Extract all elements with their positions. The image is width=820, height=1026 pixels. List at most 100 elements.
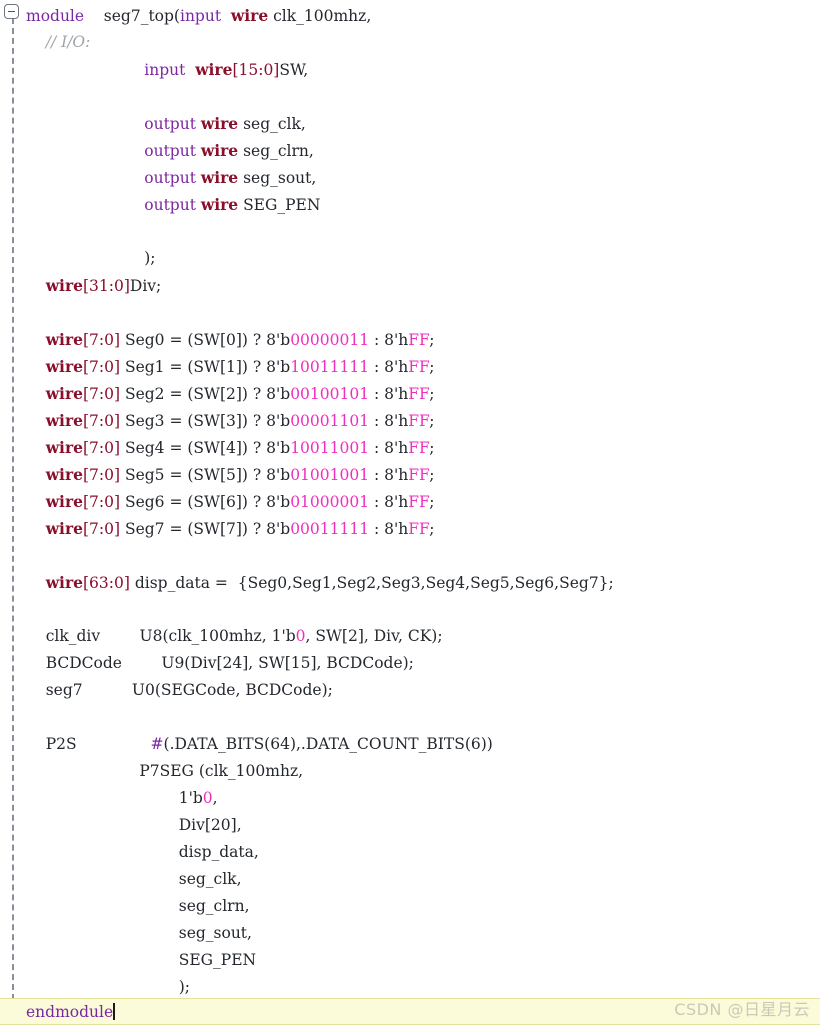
token-id: Seg0 = (SW[0]) ? 8'b (120, 331, 291, 349)
code-line[interactable]: ); (0, 245, 820, 272)
code-line[interactable]: wire[7:0] Seg7 = (SW[7]) ? 8'b00011111 :… (0, 515, 820, 542)
code-line[interactable]: wire[7:0] Seg4 = (SW[4]) ? 8'b10011001 :… (0, 434, 820, 461)
token-brk: [63:0] (82, 574, 130, 592)
code-line[interactable]: disp_data, (0, 839, 820, 866)
token-num: FF (408, 493, 430, 511)
code-line-text: clk_div U8(clk_100mhz, 1'b0, SW[2], Div,… (0, 623, 443, 650)
code-line-text: Div[20], (0, 812, 242, 839)
token-num: FF (408, 439, 430, 457)
code-line[interactable]: wire[31:0]Div; (0, 272, 820, 299)
token-id (26, 466, 46, 484)
token-id: : 8'h (369, 358, 409, 376)
token-id: SEG_PEN (238, 196, 321, 214)
token-id: ; (429, 520, 435, 538)
token-id: ; (429, 331, 435, 349)
code-line-text: wire[7:0] Seg5 = (SW[5]) ? 8'b01001001 :… (0, 461, 435, 489)
code-line[interactable]: SEG_PEN (0, 947, 820, 974)
token-id: : 8'h (369, 412, 409, 430)
code-line[interactable]: output wire seg_clk, (0, 110, 820, 137)
token-num: FF (408, 358, 430, 376)
token-id: seg7 U0(SEGCode, BCDCode); (26, 681, 333, 699)
code-line[interactable]: clk_div U8(clk_100mhz, 1'b0, SW[2], Div,… (0, 623, 820, 650)
code-line-text: output wire SEG_PEN (0, 191, 320, 219)
token-id: Div; (129, 277, 162, 295)
token-num: 01000001 (290, 493, 370, 511)
code-line-text: output wire seg_clrn, (0, 137, 314, 165)
code-line[interactable]: seg_sout, (0, 920, 820, 947)
token-id: seg_clrn, (238, 142, 314, 160)
code-line[interactable]: output wire SEG_PEN (0, 191, 820, 218)
code-line[interactable]: wire[7:0] Seg2 = (SW[2]) ? 8'b00100101 :… (0, 380, 820, 407)
token-id: : 8'h (369, 466, 409, 484)
code-line[interactable]: seg_clk, (0, 866, 820, 893)
code-editor[interactable]: module seg7_top(input wire clk_100mhz, /… (0, 0, 820, 1025)
token-id (26, 385, 46, 403)
token-num: 0 (295, 627, 306, 645)
code-line-text: // I/O: (0, 29, 91, 56)
code-lines[interactable]: module seg7_top(input wire clk_100mhz, /… (0, 0, 820, 1025)
token-brk: [7:0] (82, 358, 121, 376)
code-line[interactable]: // I/O: (0, 29, 820, 56)
token-type: wire (200, 168, 239, 187)
token-id: seg_sout, (26, 924, 252, 942)
code-line[interactable]: module seg7_top(input wire clk_100mhz, (0, 2, 820, 29)
token-type: wire (45, 465, 83, 484)
code-line[interactable]: wire[7:0] Seg1 = (SW[1]) ? 8'b10011111 :… (0, 353, 820, 380)
code-line[interactable]: 1'b0, (0, 785, 820, 812)
token-id (221, 7, 231, 25)
code-line-text: seg_clrn, (0, 893, 250, 920)
code-line[interactable]: Div[20], (0, 812, 820, 839)
token-id: Seg1 = (SW[1]) ? 8'b (120, 358, 291, 376)
code-line[interactable]: output wire seg_clrn, (0, 137, 820, 164)
code-line-text: ); (0, 245, 156, 272)
token-id: seg_clk, (238, 115, 306, 133)
token-num: 10011001 (290, 439, 370, 457)
token-id: ; (429, 358, 435, 376)
token-num: 00011111 (290, 520, 370, 538)
code-line[interactable]: output wire seg_sout, (0, 164, 820, 191)
code-line[interactable]: P7SEG (clk_100mhz, (0, 758, 820, 785)
code-line-text: seg7 U0(SEGCode, BCDCode); (0, 677, 333, 704)
code-line[interactable]: wire[7:0] Seg3 = (SW[3]) ? 8'b00001101 :… (0, 407, 820, 434)
token-id: P2S (26, 735, 151, 753)
code-line[interactable]: P2S #(.DATA_BITS(64),.DATA_COUNT_BITS(6)… (0, 731, 820, 758)
token-id: ; (429, 466, 435, 484)
token-id: P7SEG (clk_100mhz, (26, 762, 304, 780)
code-line[interactable]: seg7 U0(SEGCode, BCDCode); (0, 677, 820, 704)
token-kw: output (144, 115, 196, 133)
token-id: ; (429, 385, 435, 403)
token-kw: output (144, 169, 196, 187)
code-line[interactable]: input wire[15:0]SW, (0, 56, 820, 83)
token-brk: [7:0] (82, 412, 121, 430)
token-kw: endmodule (26, 1003, 114, 1021)
code-line-text: P2S #(.DATA_BITS(64),.DATA_COUNT_BITS(6)… (0, 731, 493, 758)
code-line[interactable]: wire[63:0] disp_data = {Seg0,Seg1,Seg2,S… (0, 569, 820, 596)
code-line-text: wire[63:0] disp_data = {Seg0,Seg1,Seg2,S… (0, 569, 614, 597)
token-id: Seg7 = (SW[7]) ? 8'b (120, 520, 291, 538)
token-id: ); (26, 249, 156, 267)
token-id: : 8'h (369, 493, 409, 511)
token-id: clk_div U8(clk_100mhz, 1'b (26, 627, 296, 645)
token-num: 0 (202, 789, 213, 807)
token-type: wire (45, 330, 83, 349)
token-num: 00001101 (290, 412, 370, 430)
token-type: wire (45, 519, 83, 538)
code-line[interactable]: wire[7:0] Seg6 = (SW[6]) ? 8'b01000001 :… (0, 488, 820, 515)
code-line-text: disp_data, (0, 839, 259, 866)
token-type: wire (200, 195, 239, 214)
token-id: SW, (279, 61, 309, 79)
code-line[interactable]: BCDCode U9(Div[24], SW[15], BCDCode); (0, 650, 820, 677)
code-line-text: 1'b0, (0, 785, 218, 812)
token-type: wire (45, 492, 83, 511)
token-id: : 8'h (369, 439, 409, 457)
token-kw: output (144, 196, 196, 214)
code-line[interactable]: wire[7:0] Seg0 = (SW[0]) ? 8'b00000011 :… (0, 326, 820, 353)
code-line[interactable]: seg_clrn, (0, 893, 820, 920)
code-line[interactable]: wire[7:0] Seg5 = (SW[5]) ? 8'b01001001 :… (0, 461, 820, 488)
code-line-text: wire[7:0] Seg4 = (SW[4]) ? 8'b10011001 :… (0, 434, 435, 462)
token-id: Seg3 = (SW[3]) ? 8'b (120, 412, 291, 430)
token-id: , (212, 789, 218, 807)
token-num: FF (408, 466, 430, 484)
token-kw: input (144, 61, 186, 79)
token-id (26, 331, 46, 349)
